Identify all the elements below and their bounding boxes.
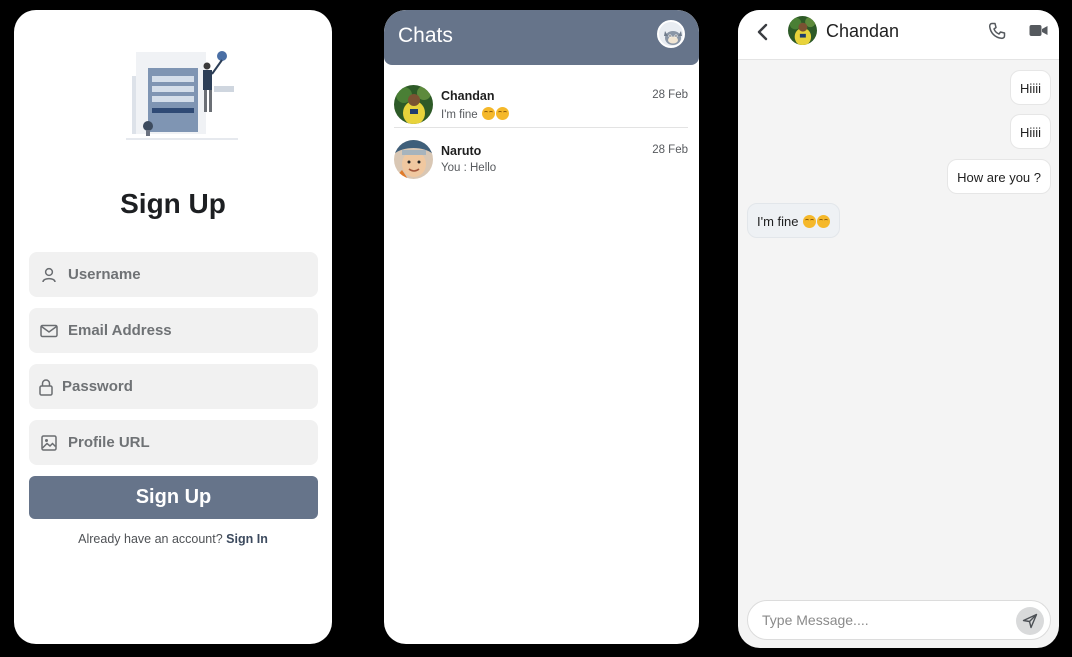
avatar: [394, 85, 433, 124]
email-input[interactable]: [68, 322, 308, 339]
back-arrow-icon[interactable]: [754, 22, 772, 42]
mail-icon: [40, 322, 58, 340]
signin-prompt-line: Already have an account? Sign In: [14, 532, 332, 546]
username-field[interactable]: [29, 252, 318, 297]
video-camera-icon[interactable]: [1029, 23, 1048, 38]
chat-name: Chandan: [441, 89, 495, 103]
chat-last-message: I'm fine: [441, 107, 509, 121]
conversation-screen: Chandan Hiiii Hiiii How are you ? I'm fi…: [738, 10, 1059, 648]
chat-last-message: You : Hello: [441, 162, 497, 174]
signin-link[interactable]: Sign In: [226, 532, 268, 546]
profile-avatar[interactable]: [657, 20, 685, 48]
chat-date: 28 Feb: [652, 144, 688, 156]
outgoing-message: How are you ?: [947, 159, 1051, 194]
signup-title: Sign Up: [120, 188, 226, 219]
flushed-emoji-icon: [495, 107, 509, 120]
chats-screen: Chats Chandan I'm fine 28 Feb Naruto You…: [384, 10, 699, 644]
chat-divider: [394, 127, 688, 128]
profile-url-field[interactable]: [29, 420, 318, 465]
signup-button[interactable]: Sign Up: [29, 476, 318, 519]
chat-list-item[interactable]: Chandan I'm fine 28 Feb: [384, 83, 699, 138]
password-field[interactable]: [29, 364, 318, 409]
outgoing-message: Hiiii: [1010, 70, 1051, 105]
avatar[interactable]: [788, 16, 817, 45]
password-input[interactable]: [62, 378, 302, 395]
chat-name: Naruto: [441, 144, 482, 158]
profile-url-input[interactable]: [68, 434, 308, 451]
email-field[interactable]: [29, 308, 318, 353]
chats-title: Chats: [398, 24, 453, 47]
incoming-message: I'm fine: [747, 203, 841, 238]
user-icon: [40, 266, 58, 284]
lock-icon: [38, 378, 54, 396]
signin-prompt-text: Already have an account?: [78, 532, 223, 546]
send-icon[interactable]: [1016, 607, 1044, 635]
image-icon: [40, 434, 58, 452]
flushed-emoji-icon: [803, 215, 817, 228]
username-input[interactable]: [68, 266, 308, 283]
avatar: [394, 140, 433, 179]
message-input[interactable]: [762, 612, 1002, 628]
outgoing-message: Hiiii: [1010, 114, 1051, 149]
signup-screen: Sign Up Sign Up Already have an account?…: [14, 10, 332, 644]
message-composer[interactable]: [747, 600, 1051, 640]
flushed-emoji-icon: [481, 107, 495, 120]
chat-list-item[interactable]: Naruto You : Hello 28 Feb: [384, 138, 699, 193]
flushed-emoji-icon: [817, 215, 831, 228]
phone-icon[interactable]: [988, 22, 1006, 40]
conversation-header: Chandan: [738, 10, 1059, 60]
chat-date: 28 Feb: [652, 89, 688, 101]
signup-illustration: [126, 46, 238, 146]
contact-name: Chandan: [826, 21, 900, 41]
chats-header: Chats: [384, 10, 699, 65]
